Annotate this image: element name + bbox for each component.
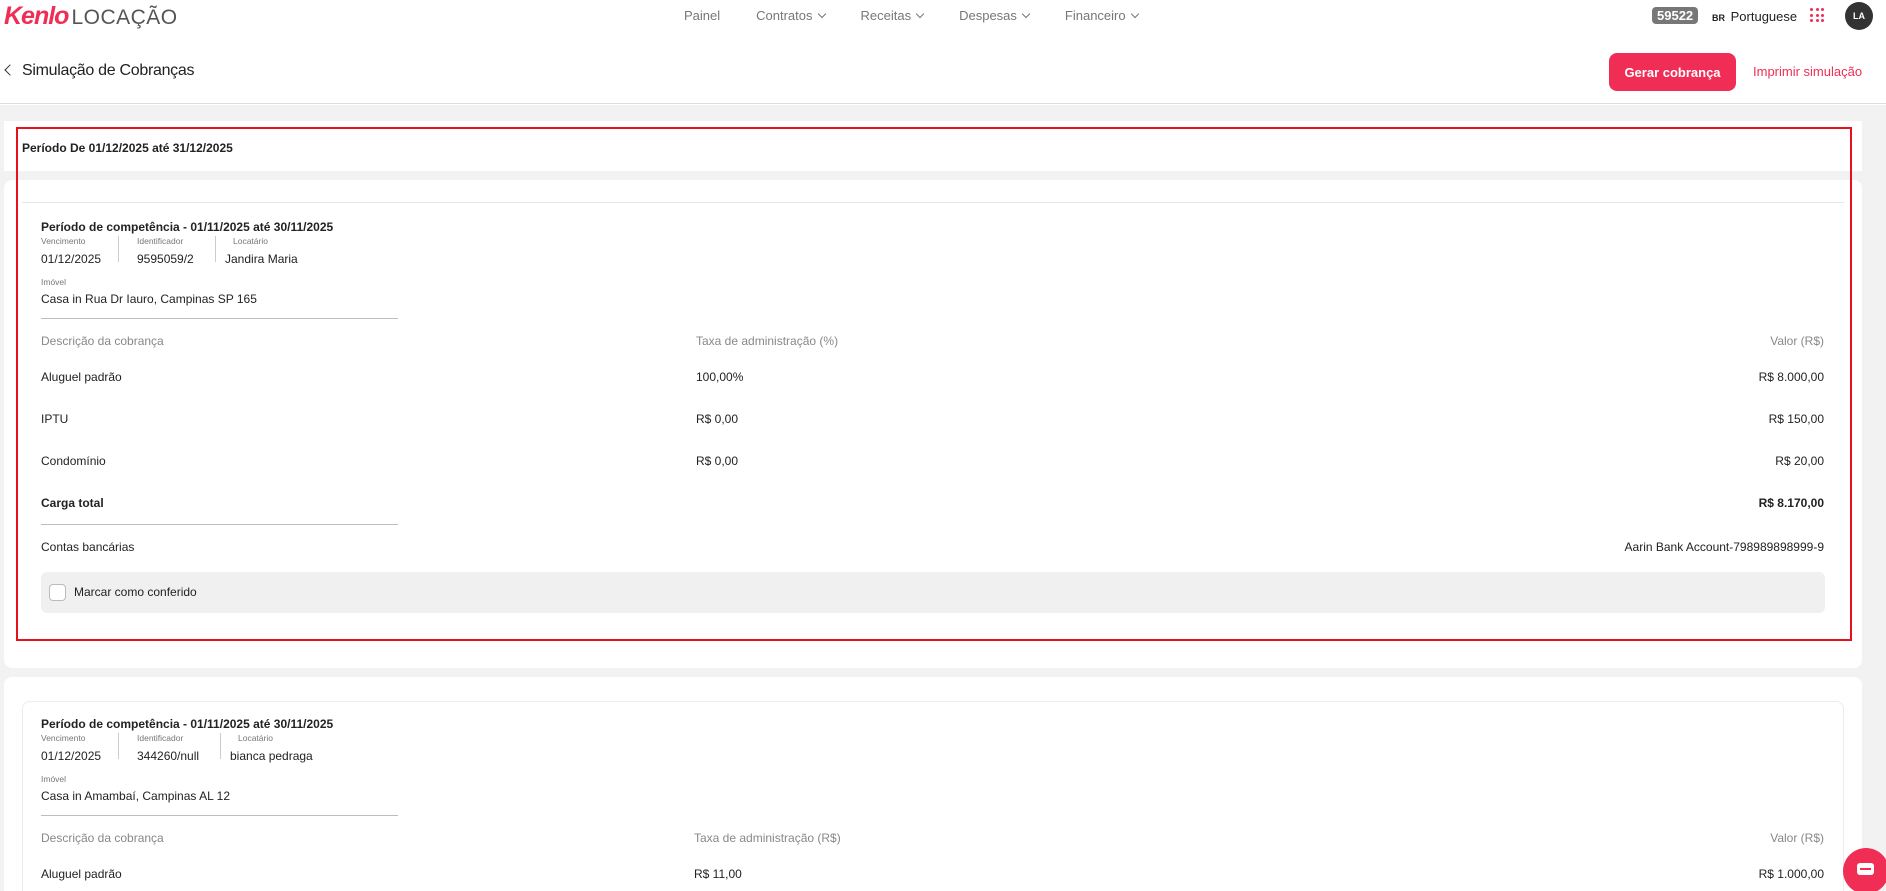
property-value: Casa in Rua Dr Iauro, Campinas SP 165 — [41, 292, 257, 306]
back-arrow-icon[interactable] — [4, 64, 16, 76]
chat-icon — [1857, 863, 1874, 875]
charge-description: Condomínio — [41, 454, 106, 468]
column-header-value: Valor (R$) — [1770, 831, 1824, 845]
column-header-description: Descrição da cobrança — [41, 334, 164, 348]
nav-item-despesas[interactable]: Despesas — [959, 8, 1031, 23]
grid-icon[interactable] — [1810, 8, 1824, 22]
tenant-label: Locatário — [238, 733, 273, 743]
due-date-label: Vencimento — [41, 236, 86, 246]
divider — [118, 733, 119, 759]
charge-admin-fee: R$ 0,00 — [696, 412, 739, 426]
competence-title: Período de competência - 01/11/2025 até … — [41, 717, 334, 731]
charge-value: R$ 150,00 — [1768, 412, 1824, 426]
tenant-value: bianca pedraga — [230, 749, 313, 763]
charge-admin-fee: R$ 0,00 — [696, 454, 739, 468]
nav-item-receitas[interactable]: Receitas — [860, 8, 925, 23]
chevron-down-icon — [915, 9, 925, 19]
period-label: Período De 01/12/2025 até 31/12/2025 — [22, 141, 233, 155]
charge-description: IPTU — [41, 412, 69, 426]
tenant-value: Jandira Maria — [225, 252, 298, 266]
generate-charge-button[interactable]: Gerar cobrança — [1609, 53, 1736, 91]
charge-description: Aluguel padrão — [41, 867, 122, 881]
nav-label: Despesas — [959, 8, 1017, 23]
charge-admin-fee: 100,00% — [696, 370, 744, 384]
kenlo-logo[interactable]: Kenlo LOCAÇÃO — [4, 2, 178, 31]
nav-label: Contratos — [756, 8, 813, 23]
nav-item-financeiro[interactable]: Financeiro — [1064, 8, 1139, 23]
divider — [41, 524, 398, 525]
identifier-value: 9595059/2 — [137, 252, 194, 266]
logo-brand-text: Kenlo — [4, 2, 69, 30]
print-simulation-link[interactable]: Imprimir simulação — [1753, 64, 1862, 79]
bank-account-value: Aarin Bank Account-798989898999-9 — [1624, 540, 1824, 554]
identifier-label: Identificador — [137, 236, 184, 246]
nav-label: Painel — [684, 8, 721, 23]
divider — [215, 236, 216, 262]
charge-value: R$ 8.000,00 — [1758, 370, 1824, 384]
divider — [41, 318, 398, 319]
tenant-label: Locatário — [233, 236, 268, 246]
nav-item-painel[interactable]: Painel — [684, 8, 720, 23]
language-selector[interactable]: BR Portuguese — [1712, 9, 1797, 24]
divider — [22, 202, 1844, 203]
mark-checked-checkbox[interactable] — [49, 584, 66, 601]
column-header-admin-fee: Taxa de administração (%) — [696, 334, 839, 348]
total-value: R$ 8.170,00 — [1758, 496, 1824, 510]
page-header: Simulação de Cobranças Gerar cobrança Im… — [0, 40, 1886, 104]
identifier-label: Identificador — [137, 733, 184, 743]
due-date-label: Vencimento — [41, 733, 86, 743]
total-label: Carga total — [41, 496, 104, 510]
column-header-value: Valor (R$) — [1770, 334, 1824, 348]
charge-value: R$ 1.000,00 — [1758, 867, 1824, 881]
language-label: Portuguese — [1730, 9, 1798, 24]
due-date-value: 01/12/2025 — [41, 749, 102, 763]
page-title: Simulação de Cobranças — [22, 62, 195, 79]
flag-icon: BR — [1712, 13, 1725, 23]
column-header-admin-fee: Taxa de administração (R$) — [694, 831, 841, 845]
mark-checked-label: Marcar como conferido — [74, 585, 197, 599]
account-badge: 59522 — [1652, 7, 1699, 24]
charge-description: Aluguel padrão — [41, 370, 122, 384]
divider — [41, 815, 398, 816]
chat-button[interactable] — [1843, 848, 1886, 891]
nav-item-contratos[interactable]: Contratos — [756, 8, 826, 23]
chevron-down-icon — [817, 9, 826, 19]
identifier-value: 344260/null — [137, 749, 200, 763]
top-navbar: Kenlo LOCAÇÃO Painel Contratos Receitas … — [0, 0, 1886, 34]
main-nav: Painel Contratos Receitas Despesas Finan… — [684, 8, 1174, 23]
avatar[interactable]: LA — [1845, 2, 1873, 30]
logo-product-text: LOCAÇÃO — [71, 6, 178, 29]
property-label: Imóvel — [41, 277, 67, 287]
charge-value: R$ 20,00 — [1775, 454, 1824, 468]
mark-checked-row: Marcar como conferido — [41, 572, 1825, 613]
column-header-description: Descrição da cobrança — [41, 831, 164, 845]
competence-title: Período de competência - 01/11/2025 até … — [41, 220, 334, 234]
toolbar-right: 59522 BR Portuguese LA — [1646, 2, 1886, 32]
nav-label: Financeiro — [1064, 8, 1126, 23]
charge-card — [4, 677, 1862, 891]
due-date-value: 01/12/2025 — [41, 252, 102, 266]
chevron-down-icon — [1130, 9, 1139, 19]
bank-accounts-label: Contas bancárias — [41, 540, 135, 554]
charge-admin-fee: R$ 11,00 — [694, 867, 742, 881]
divider — [118, 236, 119, 262]
period-header: Período De 01/12/2025 até 31/12/2025 — [4, 121, 1862, 171]
chevron-down-icon — [1021, 9, 1031, 19]
divider — [220, 733, 221, 759]
nav-label: Receitas — [860, 8, 912, 23]
property-value: Casa in Amambaí, Campinas AL 12 — [41, 789, 230, 803]
property-label: Imóvel — [41, 774, 67, 784]
